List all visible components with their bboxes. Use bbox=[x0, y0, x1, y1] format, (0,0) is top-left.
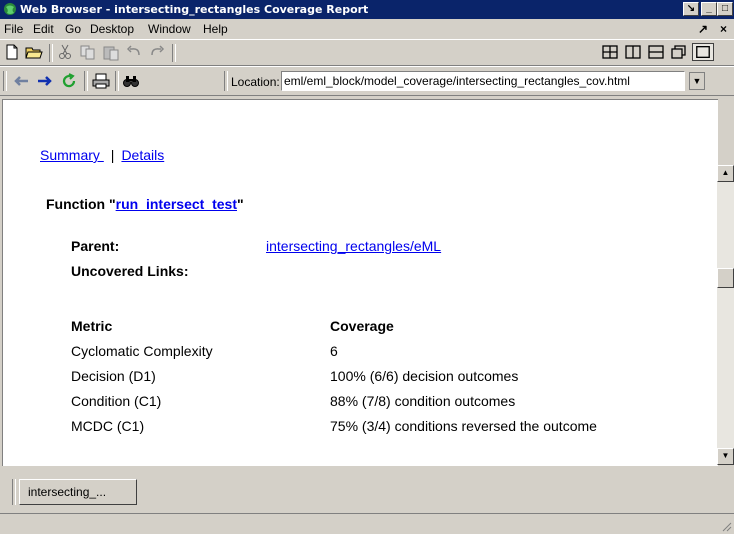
tile-grid-icon[interactable] bbox=[600, 43, 620, 61]
status-bar bbox=[0, 513, 734, 534]
paste-icon[interactable] bbox=[101, 43, 121, 61]
window-title: Web Browser - intersecting_rectangles Co… bbox=[20, 3, 369, 16]
vertical-scrollbar[interactable]: ▲ ▼ bbox=[717, 165, 734, 465]
separator bbox=[12, 479, 16, 505]
function-link[interactable]: run_intersect_test bbox=[116, 196, 237, 212]
copy-icon[interactable] bbox=[78, 43, 98, 61]
menu-file[interactable]: File bbox=[4, 22, 23, 36]
report-nav: Summary | Details bbox=[40, 147, 164, 163]
scroll-down-button[interactable]: ▼ bbox=[717, 448, 734, 465]
menu-edit[interactable]: Edit bbox=[33, 22, 54, 36]
redo-icon[interactable] bbox=[147, 43, 167, 61]
location-input[interactable]: eml/eml_block/model_coverage/intersectin… bbox=[281, 71, 685, 91]
separator bbox=[115, 71, 119, 91]
chevron-down-icon: ▼ bbox=[721, 451, 730, 460]
parent-link[interactable]: intersecting_rectangles/eML bbox=[266, 238, 441, 254]
resize-grip-icon[interactable] bbox=[720, 520, 732, 532]
menu-go[interactable]: Go bbox=[65, 22, 81, 36]
parent-label: Parent: bbox=[71, 238, 120, 254]
nav-separator: | bbox=[110, 147, 115, 163]
location-bar: Location: eml/eml_block/model_coverage/i… bbox=[0, 66, 734, 96]
function-heading: Function "run_intersect_test" bbox=[46, 196, 244, 212]
undock-button[interactable]: ↘ bbox=[683, 2, 699, 16]
document-tab-bar: intersecting_... bbox=[0, 465, 734, 513]
separator bbox=[3, 71, 7, 91]
details-link[interactable]: Details bbox=[121, 147, 164, 163]
maximize-button[interactable]: □ bbox=[717, 2, 733, 16]
refresh-icon[interactable] bbox=[59, 72, 79, 90]
menu-help[interactable]: Help bbox=[203, 22, 228, 36]
metric-value: 88% (7/8) condition outcomes bbox=[330, 393, 516, 409]
tile-vertical-icon[interactable] bbox=[623, 43, 643, 61]
find-icon[interactable] bbox=[121, 72, 141, 90]
toolbar bbox=[0, 39, 734, 66]
function-suffix: " bbox=[237, 196, 244, 212]
close-doc-icon[interactable]: × bbox=[720, 22, 727, 36]
metric-name: Cyclomatic Complexity bbox=[71, 343, 213, 359]
open-folder-icon[interactable] bbox=[24, 43, 44, 61]
menu-desktop[interactable]: Desktop bbox=[90, 22, 134, 36]
uncovered-links-label: Uncovered Links: bbox=[71, 263, 189, 279]
separator bbox=[224, 71, 228, 91]
location-label: Location: bbox=[231, 75, 280, 89]
tile-horizontal-icon[interactable] bbox=[646, 43, 666, 61]
metric-value: 100% (6/6) decision outcomes bbox=[330, 368, 519, 384]
metric-name: MCDC (C1) bbox=[71, 418, 145, 434]
separator bbox=[172, 44, 176, 62]
title-bar: Web Browser - intersecting_rectangles Co… bbox=[0, 0, 734, 19]
cut-icon[interactable] bbox=[55, 43, 75, 61]
globe-icon bbox=[4, 3, 16, 15]
metric-value: 6 bbox=[330, 343, 338, 359]
scroll-up-button[interactable]: ▲ bbox=[717, 165, 734, 182]
metric-name: Decision (D1) bbox=[71, 368, 156, 384]
undock-icon[interactable]: ↗ bbox=[698, 22, 708, 36]
new-file-icon[interactable] bbox=[2, 43, 22, 61]
menu-bar: File Edit Go Desktop Window Help ↗ × bbox=[0, 19, 734, 39]
back-icon[interactable] bbox=[11, 72, 31, 90]
function-prefix: Function " bbox=[46, 196, 116, 212]
location-dropdown-button[interactable]: ▼ bbox=[689, 72, 705, 90]
print-icon[interactable] bbox=[91, 72, 111, 90]
metric-value: 75% (3/4) conditions reversed the outcom… bbox=[330, 418, 597, 434]
chevron-up-icon: ▲ bbox=[721, 168, 730, 177]
chevron-down-icon: ▼ bbox=[692, 76, 702, 86]
undo-icon[interactable] bbox=[124, 43, 144, 61]
separator bbox=[49, 44, 53, 62]
metric-name: Condition (C1) bbox=[71, 393, 162, 409]
summary-link[interactable]: Summary bbox=[40, 147, 104, 163]
metric-header: Metric bbox=[71, 318, 113, 334]
minimize-button[interactable]: _ bbox=[701, 2, 717, 16]
separator bbox=[84, 71, 88, 91]
content-pane: Summary | Details Function "run_intersect… bbox=[2, 99, 718, 466]
cascade-icon[interactable] bbox=[669, 43, 689, 61]
maximize-doc-icon[interactable] bbox=[692, 43, 714, 61]
coverage-header: Coverage bbox=[330, 318, 394, 334]
forward-icon[interactable] bbox=[35, 72, 55, 90]
scroll-thumb[interactable] bbox=[717, 268, 734, 288]
menu-window[interactable]: Window bbox=[148, 22, 191, 36]
document-tab[interactable]: intersecting_... bbox=[19, 479, 137, 505]
